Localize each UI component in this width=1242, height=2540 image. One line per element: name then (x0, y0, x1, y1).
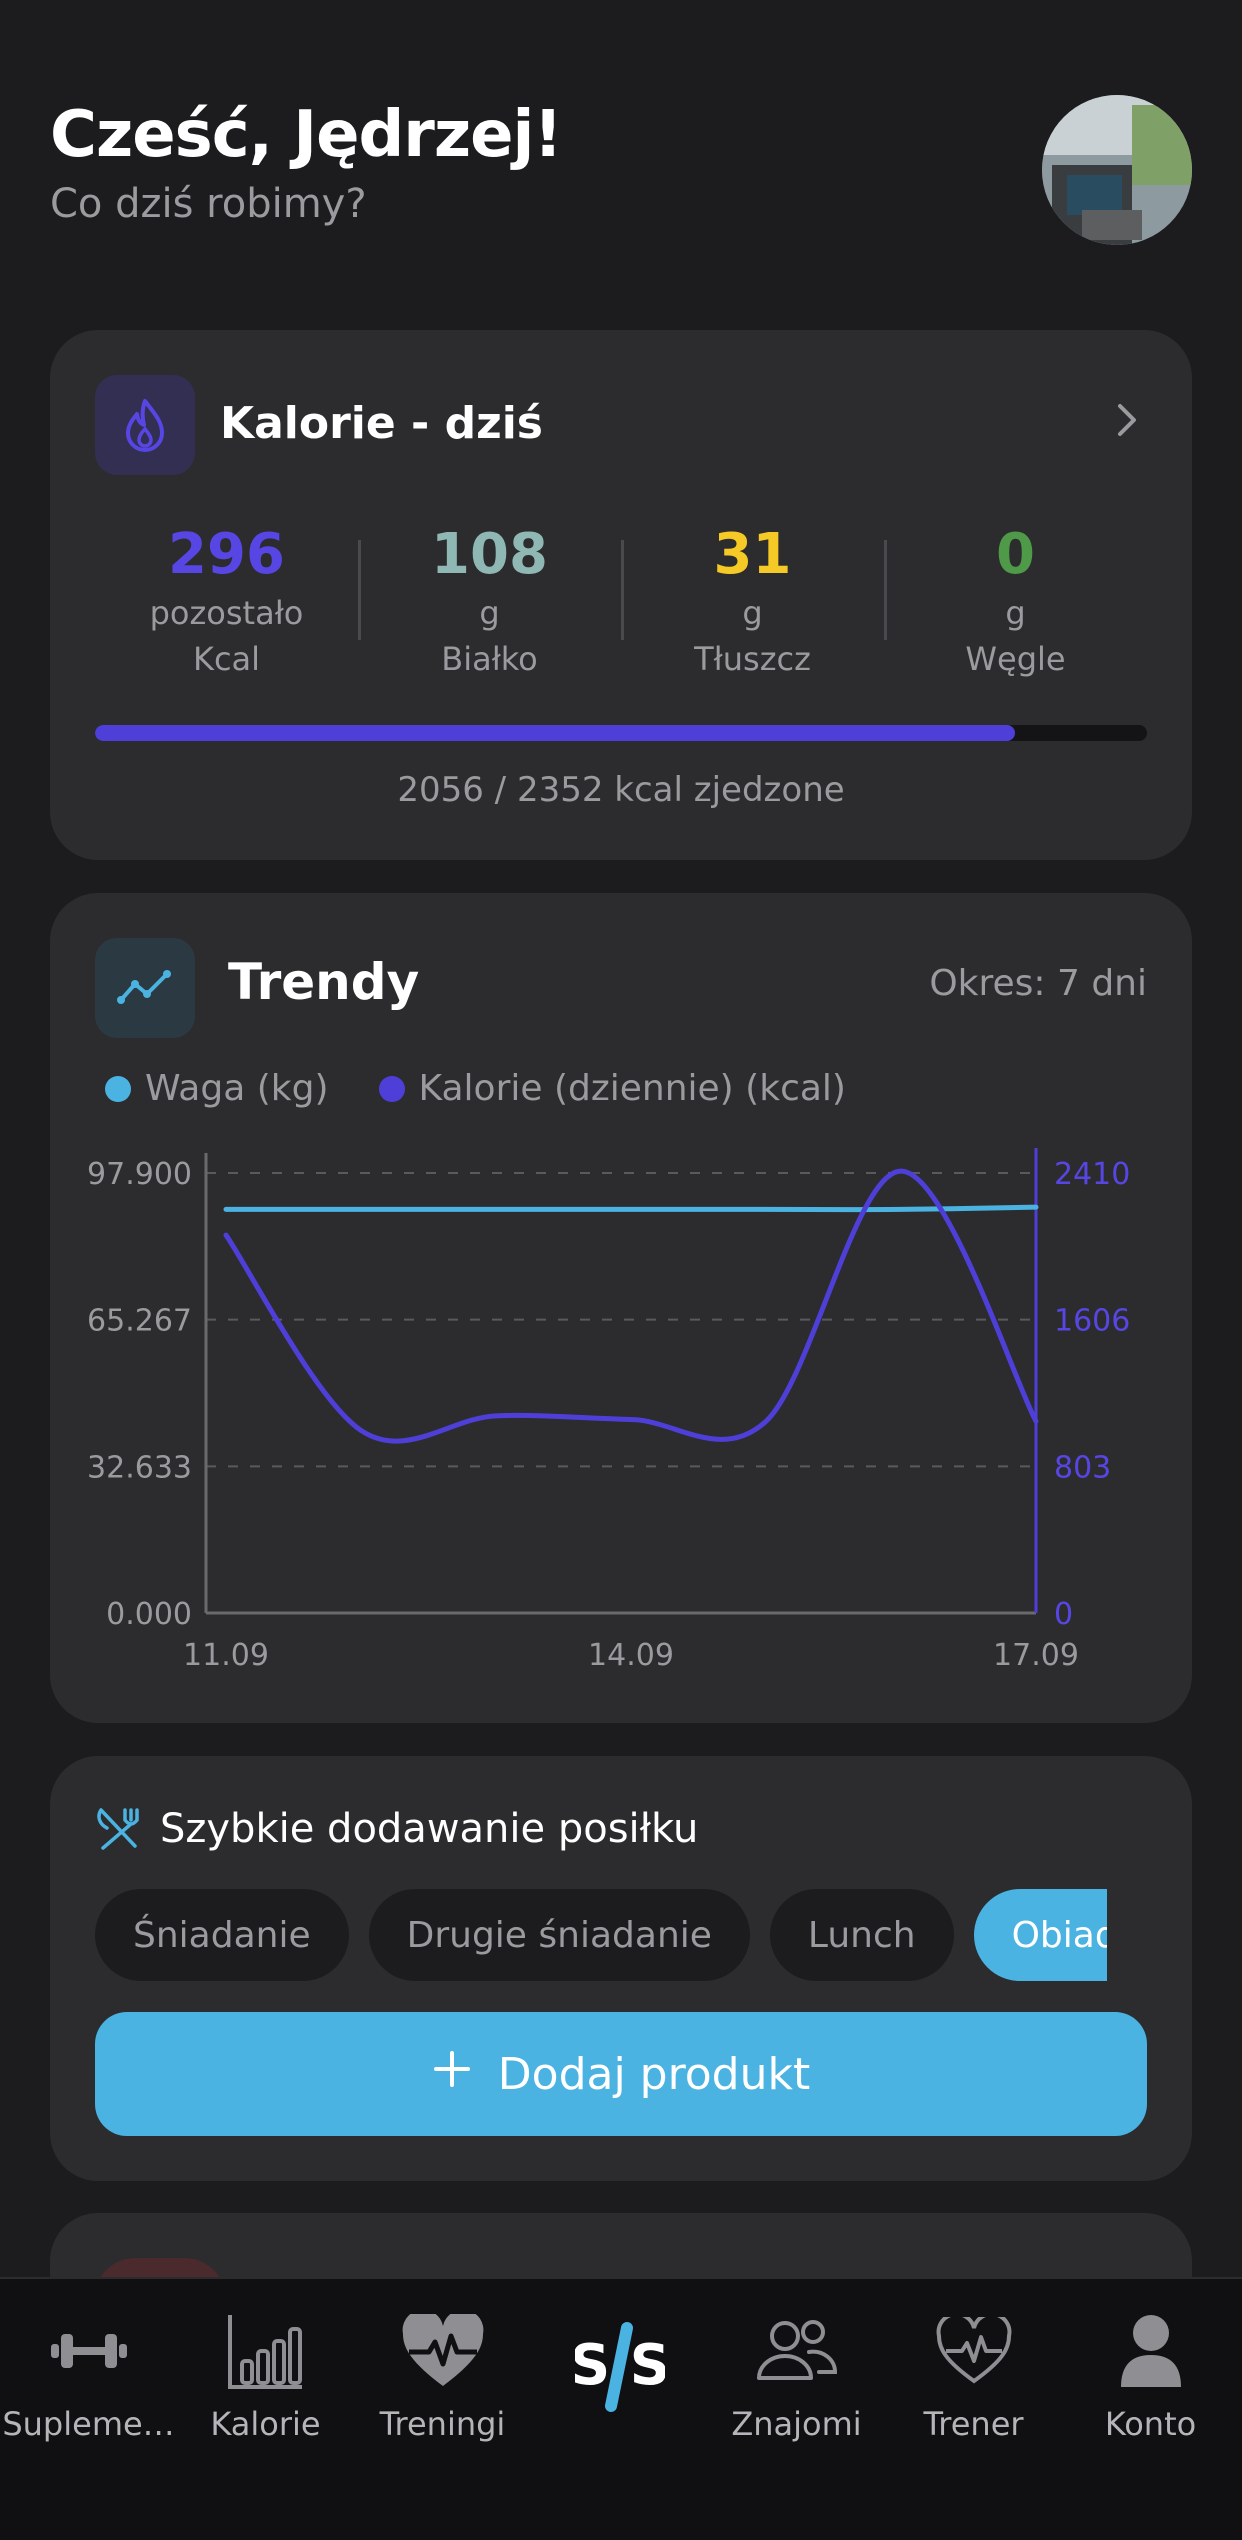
calories-card[interactable]: Kalorie - dziś 296 pozostało Kcal 108 g … (50, 330, 1192, 860)
utensils-icon (95, 1806, 141, 1856)
y-tick-right: 2410 (1054, 1157, 1130, 1192)
logo-icon: S S (531, 2301, 708, 2426)
trend-chart: 0.000 32.633 65.267 97.900 0 803 1606 2410 11.09… (87, 1148, 1130, 1673)
nav-item-calories[interactable]: Kalorie (177, 2301, 354, 2443)
macro-unit: g (1005, 594, 1026, 632)
macros-row: 296 pozostało Kcal 108 g Białko 31 g Tłu… (95, 520, 1147, 682)
y-tick-right: 0 (1054, 1597, 1073, 1632)
macro-carbs: 0 g Węgle (884, 520, 1147, 682)
bar-chart-icon (177, 2301, 354, 2401)
trends-card: Trendy Okres: 7 dni Waga (kg) Kalorie (d… (50, 893, 1192, 1723)
y-tick-left: 0.000 (106, 1597, 192, 1632)
add-product-label: Dodaj produkt (497, 2048, 811, 2100)
nav-label: Konto (1104, 2405, 1197, 2443)
macro-name: Białko (441, 640, 538, 678)
plus-icon (432, 2049, 472, 2100)
calories-progress-bar (95, 725, 1147, 741)
x-tick: 11.09 (183, 1638, 269, 1673)
macro-name: Tłuszcz (694, 640, 811, 678)
greeting: Cześć, Jędrzej! (50, 98, 563, 172)
macro-value: 31 (713, 522, 792, 587)
nav-label: Treningi (379, 2405, 506, 2443)
macro-name: Węgle (965, 640, 1066, 678)
macro-value: 296 (168, 522, 285, 587)
quick-add-title: Szybkie dodawanie posiłku (160, 1806, 699, 1852)
macro-protein: 108 g Białko (358, 520, 621, 682)
nav-item-supplements[interactable]: Supleme… (0, 2301, 177, 2443)
heart-pulse-icon (354, 2301, 531, 2401)
calories-progress-fill (95, 725, 1015, 741)
x-tick: 14.09 (588, 1638, 674, 1673)
meal-chip-second-breakfast[interactable]: Drugie śniadanie (368, 1889, 750, 1981)
y-tick-left: 32.633 (87, 1450, 192, 1485)
heart-outline-icon (885, 2301, 1062, 2401)
x-tick: 17.09 (993, 1638, 1079, 1673)
nav-item-account[interactable]: Konto (1062, 2301, 1239, 2443)
macro-unit: g (479, 594, 500, 632)
calories-progress-text: 2056 / 2352 kcal zjedzone (397, 770, 845, 810)
chevron-right-icon[interactable] (1112, 400, 1142, 444)
bottom-nav: Supleme… Kalorie Treningi S S Znajomi Tr… (0, 2277, 1242, 2540)
nav-label: Znajomi (731, 2405, 862, 2443)
calories-title: Kalorie - dziś (220, 398, 543, 449)
macro-unit: g (742, 594, 763, 632)
flame-icon (95, 375, 195, 475)
meal-chip-dinner[interactable]: Obiad (973, 1889, 1107, 1981)
y-tick-right: 803 (1054, 1450, 1111, 1485)
macro-fat: 31 g Tłuszcz (621, 520, 884, 682)
header: Cześć, Jędrzej! Co dziś robimy? (50, 95, 1192, 255)
y-tick-left: 65.267 (87, 1304, 192, 1339)
macro-value: 108 (431, 522, 548, 587)
meal-chip-breakfast[interactable]: Śniadanie (95, 1889, 349, 1981)
nav-label: Trener (923, 2405, 1024, 2443)
meal-chip-lunch[interactable]: Lunch (769, 1889, 954, 1981)
meal-chips: Śniadanie Drugie śniadanie Lunch Obiad (95, 1889, 1107, 1981)
nav-item-workouts[interactable]: Treningi (354, 2301, 531, 2443)
add-product-button[interactable]: Dodaj produkt (95, 2012, 1147, 2136)
quick-add-card: Szybkie dodawanie posiłku Śniadanie Drug… (50, 1756, 1192, 2181)
y-tick-left: 97.900 (87, 1157, 192, 1192)
subgreeting: Co dziś robimy? (50, 181, 367, 227)
series-line-weight (223, 1204, 1039, 1213)
dumbbell-icon (0, 2301, 177, 2401)
macro-name: Kcal (192, 640, 261, 678)
nav-label: Supleme… (2, 2405, 175, 2443)
account-icon (1062, 2301, 1239, 2401)
nav-item-home-logo[interactable]: S S (531, 2301, 708, 2426)
macro-unit: pozostało (149, 594, 304, 632)
y-tick-right: 1606 (1054, 1304, 1130, 1339)
avatar[interactable] (1042, 95, 1192, 245)
friends-icon (708, 2301, 885, 2401)
macro-value: 0 (996, 522, 1035, 587)
nav-item-friends[interactable]: Znajomi (708, 2301, 885, 2443)
macro-kcal: 296 pozostało Kcal (95, 520, 358, 682)
nav-label: Kalorie (210, 2405, 321, 2443)
nav-item-coach[interactable]: Trener (885, 2301, 1062, 2443)
